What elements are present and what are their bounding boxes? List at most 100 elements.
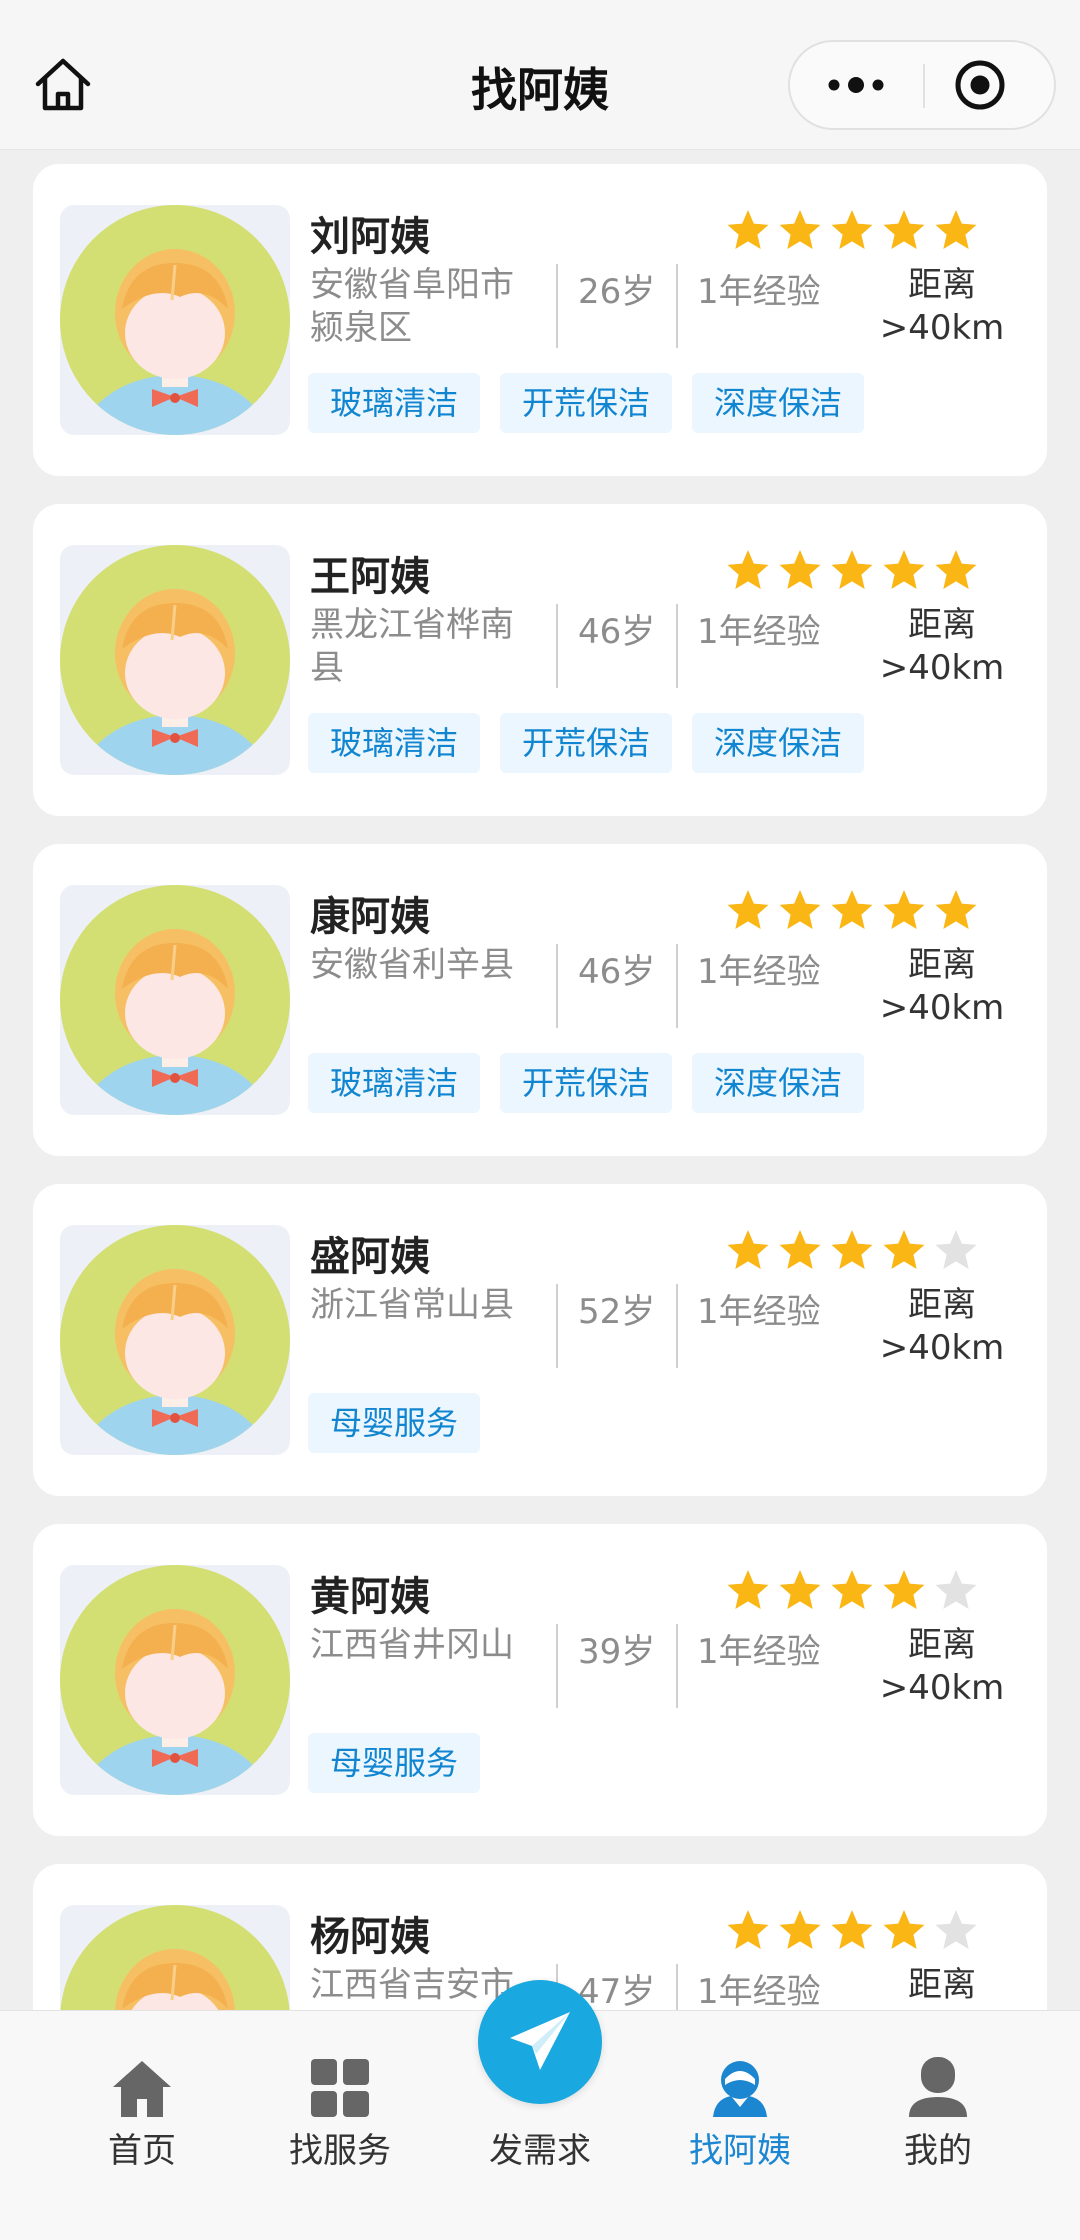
user-icon: [909, 2057, 967, 2117]
divider: [556, 604, 558, 688]
auntie-age: 47岁: [578, 1972, 656, 2010]
star-filled-icon: [883, 890, 925, 929]
header: 找阿姨: [0, 0, 1080, 150]
tab-home[interactable]: 首页: [52, 2011, 232, 2181]
divider: [556, 264, 558, 348]
star-filled-icon: [779, 1910, 821, 1949]
auntie-card[interactable]: 黄阿姨 江西省井冈山 39岁 1年经验 距离 >40km 母婴服务: [33, 1524, 1047, 1836]
auntie-list[interactable]: 刘阿姨 安徽省阜阳市颍泉区 26岁 1年经验 距离 >40km 玻璃清洁 开荒保洁…: [0, 150, 1080, 2010]
post-request-button[interactable]: [478, 1980, 602, 2104]
star-filled-icon: [883, 1570, 925, 1609]
rating-stars: [725, 1568, 1005, 1614]
avatar: [60, 1225, 290, 1455]
divider: [676, 944, 678, 1028]
auntie-name: 杨阿姨: [310, 1914, 430, 1960]
avatar: [60, 1905, 290, 2010]
service-tag: 开荒保洁: [500, 713, 673, 773]
tab-find-auntie[interactable]: 找阿姨: [650, 2011, 830, 2181]
star-filled-icon: [883, 210, 925, 249]
star-filled-icon: [727, 210, 769, 249]
service-tag: 深度保洁: [692, 373, 865, 433]
auntie-card[interactable]: 刘阿姨 安徽省阜阳市颍泉区 26岁 1年经验 距离 >40km 玻璃清洁 开荒保洁…: [33, 164, 1047, 476]
service-tags: 母婴服务: [308, 1393, 481, 1453]
service-tag: 深度保洁: [692, 1053, 865, 1113]
target-close-icon: [955, 60, 1005, 110]
service-tag: 玻璃清洁: [308, 713, 481, 773]
star-filled-icon: [883, 1910, 925, 1949]
star-filled-icon: [831, 210, 873, 249]
service-tag: 母婴服务: [308, 1393, 481, 1453]
star-empty-icon: [935, 1230, 977, 1269]
service-tag: 开荒保洁: [500, 373, 673, 433]
home-icon: [113, 2061, 171, 2117]
auntie-avatar-image: [60, 205, 290, 435]
divider: [676, 604, 678, 688]
auntie-location: 安徽省利辛县: [310, 945, 514, 985]
auntie-card[interactable]: 王阿姨 黑龙江省桦南县 46岁 1年经验 距离 >40km 玻璃清洁 开荒保洁 深度…: [33, 504, 1047, 816]
service-tag: 玻璃清洁: [308, 373, 481, 433]
auntie-age: 46岁: [578, 952, 656, 992]
auntie-name: 王阿姨: [310, 554, 430, 600]
star-filled-icon: [779, 1570, 821, 1609]
avatar: [60, 1565, 290, 1795]
star-filled-icon: [779, 1230, 821, 1269]
auntie-icon: [713, 2061, 767, 2117]
tab-mine[interactable]: 我的: [848, 2011, 1028, 2181]
auntie-card[interactable]: 盛阿姨 浙江省常山县 52岁 1年经验 距离 >40km 母婴服务: [33, 1184, 1047, 1496]
distance-label: 距离: [908, 1625, 976, 1665]
auntie-card[interactable]: 康阿姨 安徽省利辛县 46岁 1年经验 距离 >40km 玻璃清洁 开荒保洁 深度保…: [33, 844, 1047, 1156]
star-filled-icon: [831, 890, 873, 929]
star-filled-icon: [935, 550, 977, 589]
auntie-experience: 1年经验: [697, 952, 821, 992]
rating-stars: [725, 208, 1005, 254]
rating-stars: [725, 1228, 1005, 1274]
star-filled-icon: [831, 1230, 873, 1269]
tab-label: 我的: [904, 2131, 972, 2171]
auntie-distance: 距离 >40km: [853, 944, 1031, 1030]
auntie-location: 浙江省常山县: [310, 1285, 514, 1325]
star-filled-icon: [779, 210, 821, 249]
avatar: [60, 205, 290, 435]
distance-value: >40km: [879, 308, 1005, 348]
star-filled-icon: [831, 1570, 873, 1609]
auntie-age: 39岁: [578, 1632, 656, 1672]
distance-label: 距离: [908, 605, 976, 645]
distance-label: 距离: [908, 265, 976, 305]
service-tags: 玻璃清洁 开荒保洁 深度保洁: [308, 713, 865, 773]
star-filled-icon: [727, 1230, 769, 1269]
rating-stars: [725, 1908, 1005, 1954]
star-filled-icon: [727, 1910, 769, 1949]
distance-value: >40km: [879, 1328, 1005, 1368]
more-button[interactable]: [790, 42, 923, 128]
star-filled-icon: [727, 550, 769, 589]
star-filled-icon: [831, 550, 873, 589]
star-filled-icon: [883, 1230, 925, 1269]
auntie-name: 盛阿姨: [310, 1234, 430, 1280]
auntie-experience: 1年经验: [697, 1972, 821, 2010]
auntie-name: 黄阿姨: [310, 1574, 430, 1620]
divider: [676, 1964, 678, 2010]
auntie-name: 刘阿姨: [310, 214, 430, 260]
auntie-avatar-image: [60, 545, 290, 775]
tab-services[interactable]: 找服务: [250, 2011, 430, 2181]
auntie-distance: 距离 >40km: [853, 1284, 1031, 1370]
auntie-distance: 距离 >40km: [853, 1624, 1031, 1710]
auntie-name: 康阿姨: [310, 894, 430, 940]
auntie-location: 安徽省阜阳市颍泉区: [310, 265, 514, 348]
tab-label: 找阿姨: [689, 2131, 791, 2171]
star-filled-icon: [779, 890, 821, 929]
auntie-experience: 1年经验: [697, 1632, 821, 1672]
auntie-distance: 距离 >40km: [853, 604, 1031, 690]
star-empty-icon: [935, 1570, 977, 1609]
more-dots-icon: [828, 77, 884, 93]
divider: [676, 1284, 678, 1368]
auntie-avatar-image: [60, 1565, 290, 1795]
tab-label: 找服务: [289, 2131, 391, 2171]
service-tag: 开荒保洁: [500, 1053, 673, 1113]
close-button[interactable]: [925, 42, 1056, 128]
divider: [556, 1284, 558, 1368]
star-filled-icon: [935, 890, 977, 929]
service-tag: 深度保洁: [692, 713, 865, 773]
star-filled-icon: [831, 1910, 873, 1949]
auntie-location: 江西省井冈山: [310, 1625, 514, 1665]
